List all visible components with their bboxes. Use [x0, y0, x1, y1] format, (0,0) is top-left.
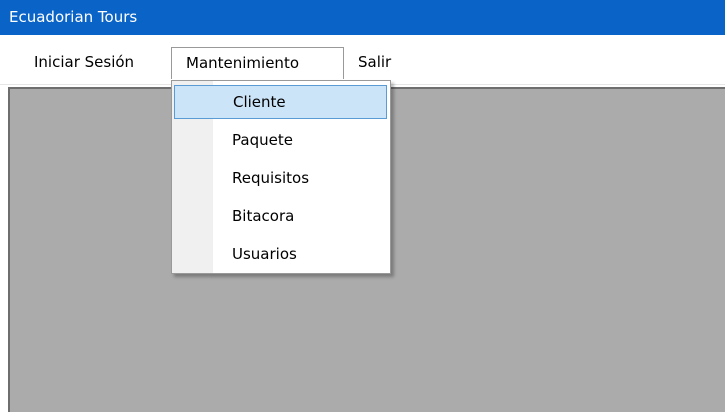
window-title: Ecuadorian Tours — [9, 8, 138, 26]
menu-iniciar-sesion[interactable]: Iniciar Sesión — [21, 47, 147, 77]
menu-item-paquete[interactable]: Paquete — [174, 123, 387, 157]
mantenimiento-dropdown: Cliente Paquete Requisitos Bitacora Usua… — [171, 80, 391, 274]
main-window: Ecuadorian Tours Iniciar Sesión Mantenim… — [0, 0, 725, 412]
menu-item-cliente[interactable]: Cliente — [174, 85, 387, 119]
title-bar: Ecuadorian Tours — [0, 0, 725, 35]
menu-item-usuarios[interactable]: Usuarios — [174, 237, 387, 271]
menu-item-bitacora[interactable]: Bitacora — [174, 199, 387, 233]
menu-mantenimiento[interactable]: Mantenimiento — [171, 47, 344, 79]
menu-salir[interactable]: Salir — [345, 47, 404, 77]
menu-bar: Iniciar Sesión Mantenimiento Salir — [0, 35, 725, 85]
menu-item-requisitos[interactable]: Requisitos — [174, 161, 387, 195]
